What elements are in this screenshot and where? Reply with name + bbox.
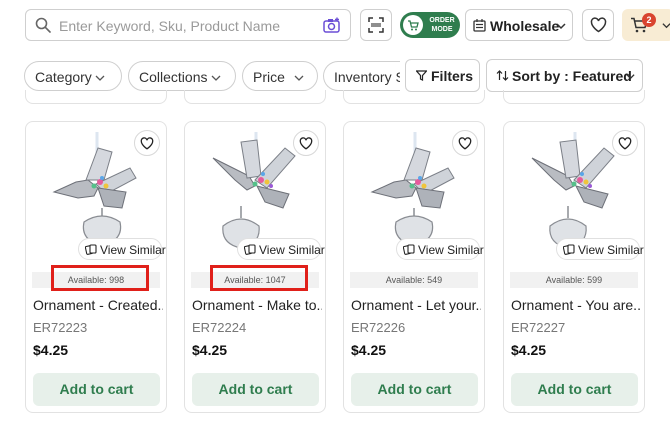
filters-button[interactable]: Filters — [405, 59, 480, 92]
availability-highlight-box — [210, 265, 308, 291]
view-similar-button[interactable]: View Similar — [556, 238, 644, 260]
product-price: $4.25 — [351, 342, 387, 358]
search-box[interactable] — [25, 9, 351, 41]
wishlist-toggle[interactable] — [293, 130, 319, 156]
previous-card-edge — [343, 90, 485, 104]
chevron-down-icon — [294, 75, 304, 81]
view-similar-button[interactable]: View Similar — [78, 238, 166, 260]
camera-search-icon[interactable] — [322, 16, 342, 36]
heart-icon — [299, 136, 313, 150]
order-mode-toggle[interactable]: ORDER MODE — [400, 12, 460, 38]
product-price: $4.25 — [33, 342, 69, 358]
wishlist-button[interactable] — [582, 9, 614, 41]
chevron-down-icon — [662, 23, 670, 29]
view-similar-label: View Similar — [578, 243, 644, 257]
chevron-down-icon — [211, 75, 221, 81]
cart-count-badge: 2 — [642, 13, 656, 27]
chevron-down-icon — [556, 23, 566, 30]
cards-icon — [244, 244, 256, 255]
cards-icon — [85, 244, 97, 255]
scan-button[interactable] — [360, 9, 392, 41]
heart-icon — [618, 136, 632, 150]
inventory-filter[interactable]: Inventory S — [323, 61, 400, 91]
search-icon — [35, 17, 51, 33]
search-input[interactable] — [59, 15, 314, 37]
wishlist-toggle[interactable] — [612, 130, 638, 156]
funnel-icon — [416, 70, 427, 81]
chevron-down-icon — [95, 75, 105, 81]
category-filter[interactable]: Category — [24, 61, 122, 91]
product-card[interactable]: View Similar Available: 549 Ornament - L… — [343, 121, 485, 413]
product-card[interactable]: View Similar Available: 599 Ornament - Y… — [503, 121, 645, 413]
previous-card-edge — [25, 90, 167, 104]
cards-icon — [563, 244, 575, 255]
product-sku: ER72223 — [33, 320, 88, 335]
product-price: $4.25 — [192, 342, 228, 358]
chevron-down-icon — [626, 74, 635, 80]
add-to-cart-button[interactable]: Add to cart — [511, 373, 638, 406]
heart-icon — [140, 136, 154, 150]
wholesale-dropdown[interactable]: Wholesale — [465, 9, 573, 41]
previous-card-edge — [184, 90, 326, 104]
add-to-cart-button[interactable]: Add to cart — [33, 373, 160, 406]
view-similar-button[interactable]: View Similar — [396, 238, 484, 260]
view-similar-label: View Similar — [259, 243, 325, 257]
view-similar-label: View Similar — [100, 243, 166, 257]
product-name[interactable]: Ornament - Make to... — [192, 297, 322, 313]
wishlist-toggle[interactable] — [134, 130, 160, 156]
product-price: $4.25 — [511, 342, 547, 358]
cart-button[interactable]: 2 — [622, 9, 670, 41]
product-name[interactable]: Ornament - Let your... — [351, 297, 481, 313]
product-name[interactable]: Ornament - You are... — [511, 297, 641, 313]
availability-label: Available: 549 — [350, 272, 478, 288]
category-filter-label: Category — [35, 69, 92, 85]
collections-filter[interactable]: Collections — [128, 61, 236, 91]
inventory-filter-label: Inventory S — [334, 69, 400, 85]
product-sku: ER72227 — [511, 320, 566, 335]
view-similar-button[interactable]: View Similar — [237, 238, 325, 260]
scan-icon — [368, 17, 384, 33]
top-bar: ORDERMODE Wholesale 2 — [0, 0, 670, 50]
add-to-cart-button[interactable]: Add to cart — [351, 373, 478, 406]
product-sku: ER72224 — [192, 320, 247, 335]
availability-highlight-box — [51, 265, 149, 291]
collections-filter-label: Collections — [139, 69, 208, 85]
cards-icon — [403, 244, 415, 255]
price-filter-label: Price — [253, 69, 285, 85]
order-mode-label: ORDER MODE — [429, 17, 455, 33]
heart-icon — [458, 136, 472, 150]
filters-label: Filters — [431, 68, 474, 84]
add-to-cart-button[interactable]: Add to cart — [192, 373, 319, 406]
heart-icon — [590, 17, 606, 33]
product-sku: ER72226 — [351, 320, 406, 335]
cart-knob-icon — [403, 15, 423, 35]
price-list-icon — [473, 19, 486, 32]
sort-arrows-icon — [496, 70, 509, 81]
sort-dropdown[interactable]: Sort by : Featured — [486, 59, 643, 92]
previous-card-edge — [503, 90, 645, 104]
product-name[interactable]: Ornament - Created... — [33, 297, 163, 313]
price-filter[interactable]: Price — [242, 61, 318, 91]
view-similar-label: View Similar — [418, 243, 484, 257]
wishlist-toggle[interactable] — [452, 130, 478, 156]
sort-label: Sort by : Featured — [512, 68, 632, 84]
wholesale-label: Wholesale — [490, 18, 560, 34]
availability-label: Available: 599 — [510, 272, 638, 288]
